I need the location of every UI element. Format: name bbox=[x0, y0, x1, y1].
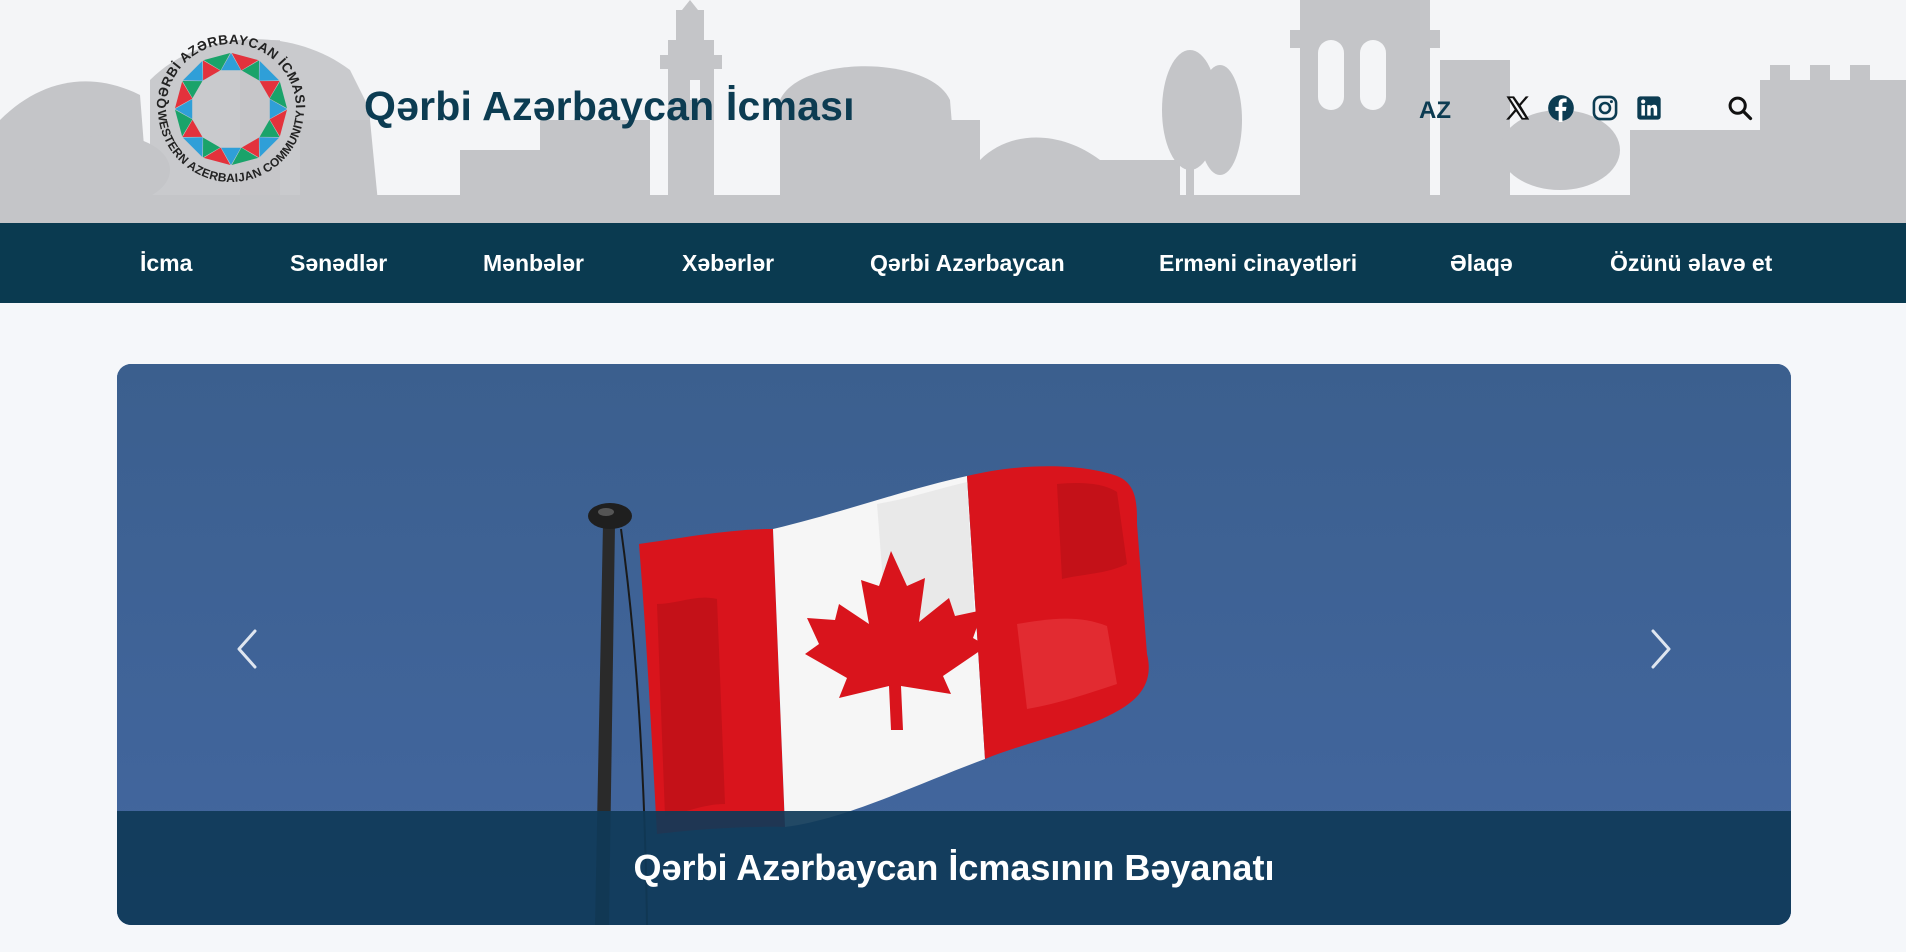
chevron-right-icon[interactable] bbox=[1641, 619, 1681, 679]
nav-item-elaqe[interactable]: Əlaqə bbox=[1450, 223, 1513, 303]
site-header: QƏRBİ AZƏRBAYCAN İCMASI WESTERN AZERBAIJ… bbox=[0, 0, 1906, 223]
facebook-icon[interactable] bbox=[1546, 93, 1576, 123]
nav-item-ozunu-elave-et[interactable]: Özünü əlavə et bbox=[1610, 223, 1772, 303]
instagram-icon[interactable] bbox=[1590, 93, 1620, 123]
main-nav: İcma Sənədlər Mənbələr Xəbərlər Qərbi Az… bbox=[0, 223, 1906, 303]
linkedin-icon[interactable] bbox=[1634, 93, 1664, 123]
community-logo[interactable]: QƏRBİ AZƏRBAYCAN İCMASI WESTERN AZERBAIJ… bbox=[140, 18, 322, 200]
nav-item-qerbi-azerbaycan[interactable]: Qərbi Azərbaycan bbox=[870, 223, 1065, 303]
slide-caption[interactable]: Qərbi Azərbaycan İcmasının Bəyanatı bbox=[117, 811, 1791, 925]
x-icon[interactable] bbox=[1502, 93, 1532, 123]
nav-item-ermeni-cinayetleri[interactable]: Erməni cinayətləri bbox=[1159, 223, 1357, 303]
language-switcher[interactable]: AZ bbox=[1419, 97, 1451, 125]
site-title[interactable]: Qərbi Azərbaycan İcması bbox=[364, 83, 855, 130]
nav-item-menbeler[interactable]: Mənbələr bbox=[483, 223, 584, 303]
search-icon[interactable] bbox=[1725, 93, 1755, 123]
svg-text:WESTERN AZERBAIJAN COMMUNITY: WESTERN AZERBAIJAN COMMUNITY bbox=[155, 109, 307, 185]
svg-text:QƏRBİ AZƏRBAYCAN İCMASI: QƏRBİ AZƏRBAYCAN İCMASI bbox=[154, 32, 308, 109]
hero-slider[interactable]: Qərbi Azərbaycan İcmasının Bəyanatı bbox=[117, 364, 1791, 925]
nav-item-senedler[interactable]: Sənədlər bbox=[290, 223, 387, 303]
nav-item-icma[interactable]: İcma bbox=[140, 223, 192, 303]
nav-item-xeberler[interactable]: Xəbərlər bbox=[682, 223, 774, 303]
slide-caption-text: Qərbi Azərbaycan İcmasının Bəyanatı bbox=[633, 847, 1275, 888]
chevron-left-icon[interactable] bbox=[227, 619, 267, 679]
